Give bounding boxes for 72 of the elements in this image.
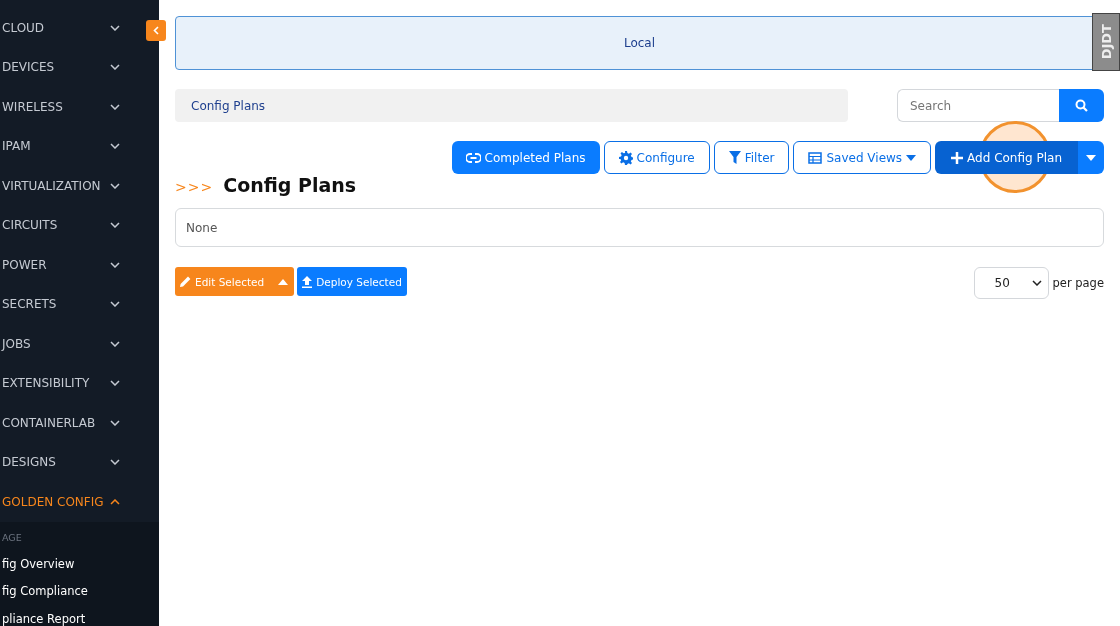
toolbar-button[interactable]: Filter xyxy=(713,141,790,174)
sidebar-label: POWER xyxy=(2,257,47,272)
upload-icon xyxy=(302,275,313,288)
chevron-icon xyxy=(110,498,120,505)
sidebar-item[interactable]: GOLDEN CONFIG xyxy=(0,482,140,522)
sidebar-label: JOBS xyxy=(2,336,31,351)
chevron-icon xyxy=(110,143,120,150)
caret-icon xyxy=(278,278,289,285)
page-title: Config Plans xyxy=(223,174,357,196)
filter-icon xyxy=(728,151,741,164)
toolbar-button[interactable]: Configure xyxy=(603,141,710,174)
dropdown-toggle[interactable] xyxy=(1078,141,1104,174)
sidebar-item[interactable]: WIRELESS xyxy=(0,87,140,127)
chevron-icon xyxy=(110,459,120,466)
chevron-icon xyxy=(110,380,120,387)
chevron-icon xyxy=(110,301,120,308)
chevron-icon xyxy=(110,182,120,189)
chevron-icon xyxy=(110,340,120,347)
sidebar-label: EXTENSIBILITY xyxy=(2,376,90,391)
deploy-selected-button[interactable]: Deploy Selected xyxy=(297,267,407,296)
sidebar-item[interactable]: VIRTUALIZATION xyxy=(0,166,140,206)
sidebar-item[interactable]: EXTENSIBILITY xyxy=(0,363,140,403)
sidebar-item[interactable]: SECRETS xyxy=(0,284,140,324)
sidebar-label: CLOUD xyxy=(2,20,45,35)
add-button[interactable]: Add Config Plan xyxy=(935,141,1078,174)
per-page-label: per page xyxy=(1052,276,1104,290)
sidebar-item[interactable]: CLOUD xyxy=(0,8,140,48)
sidebar-item[interactable]: IPAM xyxy=(0,126,140,166)
toolbar-button[interactable]: Saved Views xyxy=(793,141,932,174)
chevron-icon xyxy=(110,64,120,71)
chevron-icon xyxy=(110,261,120,268)
sidebar-item[interactable]: DEVICES xyxy=(0,47,140,87)
sidebar-label: DESIGNS xyxy=(2,455,56,470)
sidebar-label: WIRELESS xyxy=(2,99,63,114)
submenu-link[interactable]: pliance Report xyxy=(0,605,159,626)
caret-icon xyxy=(906,154,917,161)
chevron-icon xyxy=(110,24,120,31)
sidebar-label: SECRETS xyxy=(2,297,57,312)
table-icon xyxy=(808,151,823,164)
sidebar-label: CIRCUITS xyxy=(2,218,58,233)
breadcrumb[interactable]: Config Plans xyxy=(175,89,848,122)
sidebar-item[interactable]: POWER xyxy=(0,245,140,285)
search-icon xyxy=(1075,99,1088,112)
sidebar-label: VIRTUALIZATION xyxy=(2,178,101,193)
pencil-icon xyxy=(180,276,191,287)
filter-summary: None xyxy=(175,208,1104,247)
sidebar-label: DEVICES xyxy=(2,60,55,75)
chevron-icon xyxy=(110,419,120,426)
gear-icon xyxy=(618,150,633,165)
title-chevrons: >>> xyxy=(175,179,214,195)
sidebar-label: GOLDEN CONFIG xyxy=(2,494,104,509)
search-button[interactable] xyxy=(1059,89,1104,122)
chevron-icon xyxy=(1031,280,1042,286)
per-page-select[interactable]: 50 xyxy=(973,267,1049,299)
sidebar-label: IPAM xyxy=(2,139,31,154)
plus-icon xyxy=(951,151,964,164)
submenu-link[interactable]: fig Overview xyxy=(0,550,159,578)
collapse-sidebar-button[interactable] xyxy=(146,20,166,41)
submenu-heading: AGE xyxy=(1,530,23,545)
chevron-left-icon xyxy=(153,26,159,35)
submenu-link[interactable]: fig Compliance xyxy=(0,578,159,606)
sidebar-item[interactable]: CONTAINERLAB xyxy=(0,403,140,443)
search-field[interactable]: Search xyxy=(897,89,1059,122)
caret-icon xyxy=(1086,154,1096,161)
sidebar-item[interactable]: DESIGNS xyxy=(0,442,140,482)
chevron-icon xyxy=(110,103,120,110)
sidebar-item[interactable]: JOBS xyxy=(0,324,140,364)
link-icon xyxy=(465,152,481,163)
toolbar-button[interactable]: Completed Plans xyxy=(451,141,600,174)
sidebar-label: CONTAINERLAB xyxy=(2,415,96,430)
sidebar-item[interactable]: CIRCUITS xyxy=(0,205,140,245)
chevron-icon xyxy=(110,222,120,229)
